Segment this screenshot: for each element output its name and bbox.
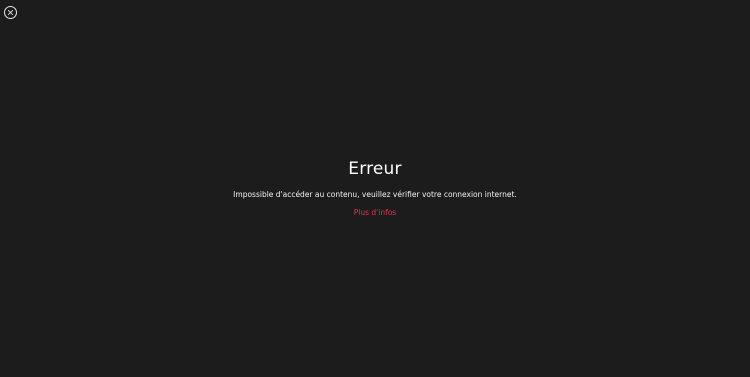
error-message-block: Erreur Impossible d'accéder au contenu, … (0, 158, 750, 219)
error-description: Impossible d'accéder au contenu, veuille… (233, 190, 517, 199)
error-title: Erreur (348, 159, 402, 179)
close-icon (7, 9, 14, 16)
error-screen: Erreur Impossible d'accéder au contenu, … (0, 0, 750, 377)
close-button[interactable] (4, 6, 17, 19)
more-info-link[interactable]: Plus d'infos (354, 208, 396, 217)
